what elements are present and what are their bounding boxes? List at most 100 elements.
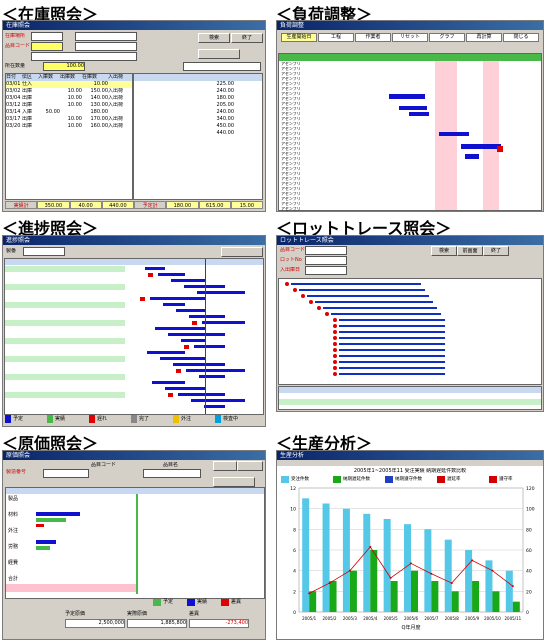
progress-bar [191, 399, 245, 402]
load-row-label: アセンブリ [281, 87, 301, 91]
load-row-label: アセンブリ [281, 112, 301, 116]
progress-grid [4, 258, 264, 415]
bar-delays [349, 570, 357, 612]
x-tick-label: 2005/4 [363, 616, 378, 621]
lot-node-icon [333, 318, 337, 322]
load-header-item: 工程 [318, 33, 354, 42]
inventory-spec-field [31, 52, 137, 61]
inventory-search-button[interactable]: 検索 [198, 33, 230, 43]
line-point [389, 576, 392, 579]
y2-tick-label: 0 [526, 610, 529, 616]
bar-delays [390, 581, 398, 612]
inventory-row: 03/20 出庫 10.00 160.00 入出荷 [6, 123, 132, 130]
lot-node-icon [333, 342, 337, 346]
cost-search-button[interactable] [213, 461, 237, 471]
inventory-item-field[interactable] [31, 42, 63, 51]
line-point [491, 569, 494, 572]
progress-bar [178, 393, 225, 396]
x-tick-label: 2005/8 [445, 616, 460, 621]
lot-node-line [339, 373, 445, 375]
progress-bar [163, 303, 185, 306]
bar-delays [472, 581, 480, 612]
bar-delays [512, 601, 520, 612]
inventory-cell: 10.00 [67, 102, 82, 108]
lot-search-button[interactable]: 検索 [431, 246, 457, 256]
inventory-left-grid: 日付 伝区 入庫数 出庫数 在庫数 入出荷 03/01 仕入 10.00 03/02 出庫 10.00… [5, 73, 133, 200]
progress-bar [147, 351, 185, 354]
progress-header-field[interactable] [23, 247, 65, 256]
load-window: 負荷調整 生産開始日 工程 作業者 リセット グラフ 再計算 閉じる アセンブリ アセンブリア… [276, 20, 544, 212]
progress-bar [171, 279, 205, 282]
load-header-item: 閉じる [503, 33, 539, 42]
load-row-label: アセンブリ [281, 157, 301, 161]
inventory-exit-button[interactable]: 終了 [231, 33, 263, 43]
cost-item-field[interactable] [43, 469, 89, 478]
progress-bar [176, 309, 205, 312]
load-header-item: グラフ [429, 33, 465, 42]
lot-exit-button[interactable]: 終了 [483, 246, 509, 256]
x-tick-label: 2005/10 [484, 616, 501, 621]
inventory-cell: 03/12 [6, 102, 21, 108]
y-tick-label: 10 [290, 507, 296, 513]
inventory-cell: 10.00 [67, 116, 82, 122]
line-point [348, 569, 351, 572]
inventory-window: 在庫照会 在庫場所 品目コード 検索 終了 所在数量 100.00 日付 伝区 入庫… [2, 20, 266, 212]
cost-category-label: 経費 [8, 560, 19, 566]
production-chart-title: 2005年1~2005年11 受注実績 納期遅延件数比較 [353, 468, 467, 474]
lot-back-button[interactable]: 前画面 [457, 246, 483, 256]
inventory-row: 03/12 出庫 10.00 130.00 入出荷 [6, 102, 132, 109]
progress-row [5, 404, 125, 410]
x-tick-label: 2005/9 [465, 616, 480, 621]
inventory-right-cell [134, 109, 194, 116]
cost-total-value: 1,885,800 [127, 619, 187, 628]
inventory-cell: 03/17 [6, 116, 21, 122]
lot-node-icon [333, 324, 337, 328]
load-row-label: アセンブリ [281, 92, 301, 96]
inventory-option-field[interactable] [183, 62, 261, 71]
load-header: 生産開始日 工程 作業者 リセット グラフ 再計算 閉じる [277, 31, 543, 51]
inventory-right-cell: 205.00 [216, 102, 235, 108]
load-row-label: アセンブリ [281, 192, 301, 196]
lot-date-field[interactable] [305, 266, 347, 275]
cost-legend-item: 予定 [153, 599, 185, 606]
inventory-cell: 出庫 [22, 88, 33, 94]
inventory-footer-cell: 実績計 [5, 201, 38, 209]
progress-window: 進捗照会 製番 予定 実績 遅れ 完了 外注 検査中 [2, 235, 266, 427]
inventory-right-row: 240.00 [134, 88, 262, 95]
progress-bar [186, 369, 245, 372]
inventory-qty-field: 100.00 [43, 62, 85, 71]
x-tick-label: 2005/2 [323, 616, 338, 621]
lot-item-field[interactable] [305, 246, 347, 255]
x-tick-label: 2005/3 [343, 616, 358, 621]
load-row-label: アセンブリ [281, 202, 301, 206]
y2-tick-label: 20 [526, 589, 532, 595]
lot-node-line [339, 349, 445, 351]
progress-search-button[interactable] [221, 247, 263, 257]
cost-detail-button[interactable] [213, 477, 255, 487]
inventory-col-header: 在庫数 [82, 74, 98, 80]
inventory-cell [108, 109, 130, 116]
progress-bar [189, 315, 225, 318]
inventory-right-row: 240.00 [134, 109, 262, 116]
inventory-right-cell: 440.00 [216, 130, 235, 136]
inventory-footer-cell: 15.00 [230, 201, 263, 209]
inventory-code-field[interactable] [31, 32, 63, 41]
inventory-row: 03/02 出庫 10.00 150.00 入出荷 [6, 88, 132, 95]
inventory-right-cell [134, 95, 194, 102]
progress-delay-marker [140, 297, 145, 301]
cost-category-label: 製品 [8, 496, 19, 502]
cost-exit-button[interactable] [237, 461, 263, 471]
lot-no-field[interactable] [305, 256, 347, 265]
cost-totals: 予定原価 2,500,000 実際原価 1,885,800 差異 -273,400 [5, 609, 263, 637]
inventory-right-cell [134, 88, 194, 95]
line-point [430, 572, 433, 575]
production-legend-item: 納期遅延件数 [333, 476, 383, 483]
lot-node-line [339, 367, 445, 369]
load-header-item: 作業者 [355, 33, 391, 42]
cost-category-label: 材料 [8, 512, 19, 518]
progress-bar [155, 327, 205, 330]
load-row-label: アセンブリ [281, 137, 301, 141]
inventory-clear-button[interactable] [198, 49, 240, 59]
progress-today-line [205, 259, 206, 414]
y-tick-label: 4 [293, 569, 296, 575]
